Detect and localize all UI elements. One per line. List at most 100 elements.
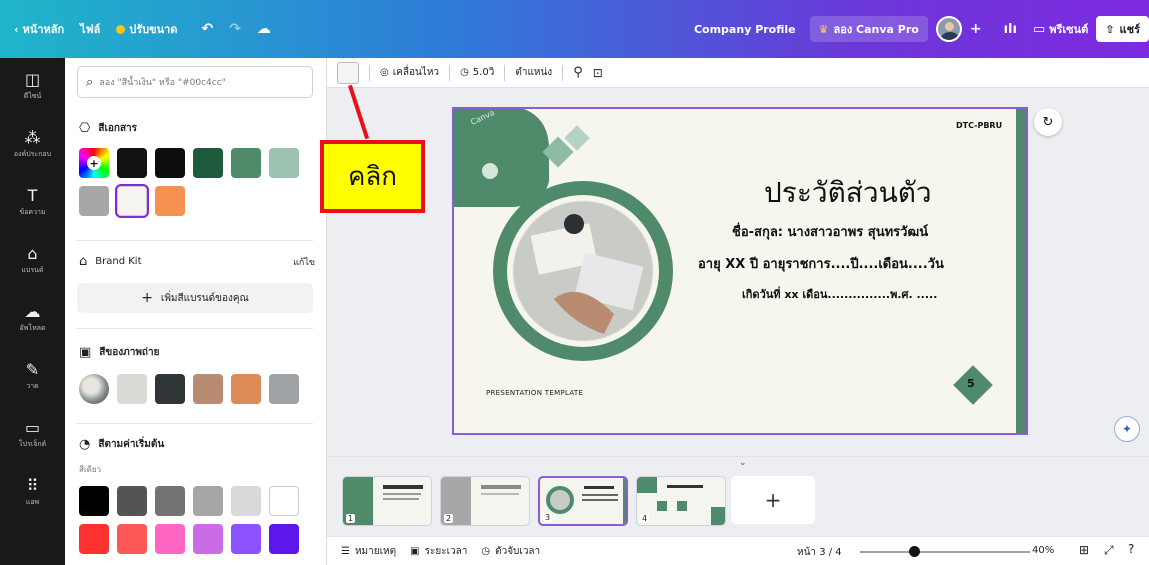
divider [77, 240, 313, 241]
home-button[interactable]: ‹ หน้าหลัก [6, 20, 72, 38]
default-color-swatch[interactable] [79, 524, 109, 554]
background-color-button[interactable] [337, 61, 359, 84]
slide-name-line[interactable]: ชื่อ-สกุล: นางสาวอาพร สุนทรวัฒน์ [732, 221, 928, 242]
paint-format-icon[interactable]: ⚲ [573, 65, 583, 80]
slide[interactable]: Canva DTC-PBRU ประวัติส่วนตัว ชื่อ-สกุล:… [452, 107, 1028, 435]
corner-shape [454, 109, 549, 207]
avatar[interactable] [935, 16, 962, 42]
animate-icon: ◎ [380, 67, 389, 78]
page-thumbnail[interactable]: 4 [636, 476, 726, 526]
default-color-swatch[interactable] [231, 486, 261, 516]
plus-icon: + [141, 290, 153, 306]
slide-footer[interactable]: PRESENTATION TEMPLATE [486, 389, 583, 397]
page-thumbnail[interactable]: 1 [342, 476, 432, 526]
rail-label: แบรนด์ [21, 266, 44, 274]
lock-icon[interactable]: ⊡ [593, 66, 603, 80]
zoom-slider-track[interactable] [860, 551, 1030, 553]
default-color-swatch[interactable] [79, 486, 109, 516]
add-page-button[interactable]: + [731, 476, 815, 524]
apps-icon: ⠿ [26, 476, 39, 495]
share-button[interactable]: ⇧ แชร์ [1096, 16, 1149, 42]
fullscreen-icon[interactable]: ⤢ [1104, 543, 1114, 558]
rail-item-template[interactable]: ◫ ดีไซน์ [0, 58, 65, 116]
page-indicator[interactable]: หน้า 3 / 4 [797, 545, 842, 560]
text-icon: T [27, 186, 38, 205]
magic-icon[interactable]: ✦ [1114, 416, 1140, 442]
default-color-swatch[interactable] [231, 524, 261, 554]
add-brand-colors-button[interactable]: + เพิ่มสีแบรนด์ของคุณ [77, 283, 313, 313]
rotate-icon[interactable]: ↻ [1034, 108, 1062, 136]
animate-button[interactable]: ◎ เคลื่อนไหว [380, 65, 439, 80]
rail-item-text[interactable]: T ข้อความ [0, 174, 65, 232]
zoom-slider-handle[interactable] [909, 546, 920, 557]
editor-toolbar: ◎ เคลื่อนไหว ◷ 5.0วิ ตำแหน่ง ⚲ ⊡ [327, 58, 1149, 88]
slide-code[interactable]: DTC-PBRU [956, 121, 1002, 130]
present-button[interactable]: ▭ พรีเซนต์ [1025, 20, 1096, 38]
timeline-icon: ▣ [410, 545, 420, 557]
document-title[interactable]: Company Profile [686, 23, 804, 36]
default-color-swatch[interactable] [193, 524, 223, 554]
page-thumbnail-active[interactable]: 3 [538, 476, 628, 526]
document-color-swatch[interactable] [79, 186, 109, 216]
timer-button[interactable]: ◷ ตัวจับเวลา [481, 544, 540, 559]
solid-colors-label: สีเดียว [79, 465, 101, 474]
brand-kit-edit-link[interactable]: แก้ไข [293, 255, 315, 269]
rail-item-brand[interactable]: ⌂ แบรนด์ [0, 232, 65, 290]
document-color-swatch[interactable] [115, 184, 149, 218]
duration-bottom-button[interactable]: ▣ ระยะเวลา [410, 544, 467, 559]
default-color-swatch[interactable] [269, 486, 299, 516]
help-icon[interactable]: ? [1128, 542, 1134, 556]
slide-age-line[interactable]: อายุ XX ปี อายุราชการ....ปี....เดือน....… [698, 253, 944, 274]
grid-view-icon[interactable]: ⊞ [1079, 543, 1089, 557]
document-color-swatch[interactable] [155, 148, 185, 178]
file-menu[interactable]: ไฟล์ [72, 20, 108, 38]
color-panel: ⌕ ลอง "สีน้ำเงิน" หรือ "#00c4cc" ⎔ สีเอก… [65, 58, 327, 565]
rail-item-apps[interactable]: ⠿ แอพ [0, 464, 65, 522]
slide-birth-line[interactable]: เกิดวันที่ xx เดือน...............พ.ศ. .… [742, 285, 937, 303]
default-color-swatch[interactable] [155, 486, 185, 516]
document-color-swatch[interactable] [269, 148, 299, 178]
default-color-swatch[interactable] [117, 486, 147, 516]
add-collaborator-icon[interactable]: + [962, 21, 990, 37]
notes-button[interactable]: ☰ หมายเหตุ [341, 544, 396, 559]
slide-title[interactable]: ประวัติส่วนตัว [764, 171, 932, 215]
canvas-stage: Canva DTC-PBRU ประวัติส่วนตัว ชื่อ-สกุล:… [327, 88, 1149, 456]
resize-button[interactable]: ปรับขนาด [108, 20, 185, 38]
document-color-swatch[interactable] [117, 148, 147, 178]
rail-item-upload[interactable]: ☁ อัพโหลด [0, 290, 65, 348]
default-color-swatch[interactable] [269, 524, 299, 554]
photo-thumbnail[interactable] [79, 374, 109, 404]
photo-color-swatch[interactable] [193, 374, 223, 404]
palette-icon: ⎔ [79, 121, 91, 136]
default-colors-heading: ◔ สีตามค่าเริ่มต้น [79, 437, 165, 452]
default-color-swatch[interactable] [117, 524, 147, 554]
color-search-input[interactable]: ⌕ ลอง "สีน้ำเงิน" หรือ "#00c4cc" [77, 66, 313, 98]
add-color-button[interactable]: + [79, 148, 109, 178]
search-placeholder: ลอง "สีน้ำเงิน" หรือ "#00c4cc" [99, 78, 226, 88]
insights-icon[interactable]: ılı [996, 22, 1025, 37]
try-pro-button[interactable]: ♛ ลอง Canva Pro [809, 16, 928, 42]
document-color-swatch[interactable] [155, 186, 185, 216]
zoom-level[interactable]: 40% [1032, 545, 1054, 556]
search-icon: ⌕ [86, 74, 94, 90]
document-color-swatch[interactable] [193, 148, 223, 178]
upload-icon: ⇧ [1105, 22, 1115, 36]
rail-item-elements[interactable]: ⁂ องค์ประกอบ [0, 116, 65, 174]
default-color-swatch[interactable] [155, 524, 185, 554]
photo-color-swatch[interactable] [231, 374, 261, 404]
photo-color-swatch[interactable] [155, 374, 185, 404]
photo-color-swatch[interactable] [269, 374, 299, 404]
position-button[interactable]: ตำแหน่ง [515, 65, 552, 80]
redo-button[interactable]: ↷ [221, 21, 249, 37]
rail-item-projects[interactable]: ▭ โปรเจ็กต์ [0, 406, 65, 464]
collapse-strip-icon[interactable]: ⌄ [739, 458, 747, 468]
page-thumbnail[interactable]: 2 [440, 476, 530, 526]
cloud-save-icon[interactable]: ☁ [249, 21, 279, 37]
photo-color-swatch[interactable] [117, 374, 147, 404]
document-color-swatch[interactable] [231, 148, 261, 178]
duration-button[interactable]: ◷ 5.0วิ [460, 65, 494, 80]
default-color-swatch[interactable] [193, 486, 223, 516]
upload-icon: ☁ [24, 302, 41, 321]
rail-item-draw[interactable]: ✎ วาด [0, 348, 65, 406]
undo-button[interactable]: ↶ [193, 21, 221, 37]
